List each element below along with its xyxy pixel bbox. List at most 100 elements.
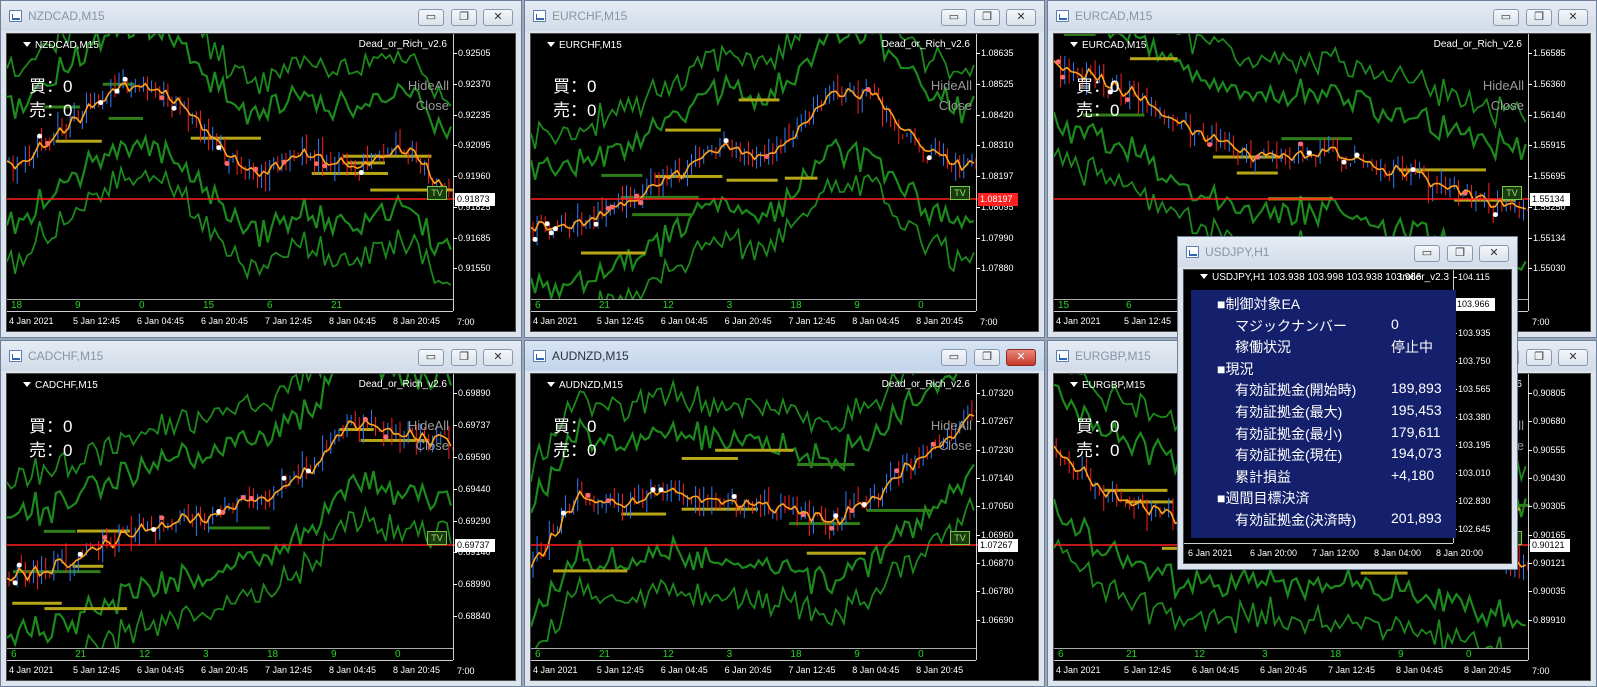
- chart-area[interactable]: USDJPY,H1 103.938 103.998 103.938 103.96…: [1183, 269, 1512, 564]
- chart-area[interactable]: NZDCAD,M15 Dead_or_Rich_v2.6 買：0 売：0 HideAll…: [6, 33, 516, 332]
- price-tick: 1.55695: [1528, 171, 1566, 181]
- level-line: [12, 570, 101, 574]
- close-button[interactable]: ✕: [1479, 245, 1509, 262]
- symbol-label[interactable]: AUDNZD,M15: [547, 380, 623, 391]
- price-tick: 0.69890: [453, 388, 491, 398]
- time-tick: 6 Jan 04:45: [137, 316, 185, 326]
- level-line: [789, 522, 860, 526]
- level-line: [580, 251, 646, 255]
- price-axis: 1.08635 1.08525 1.08420 1.08310 1.08197 1.080…: [976, 34, 1038, 311]
- maximize-button[interactable]: ❐: [974, 349, 1000, 366]
- price-plot: [7, 374, 455, 649]
- close-all-button[interactable]: Close: [939, 98, 972, 113]
- close-all-button[interactable]: Close: [939, 438, 972, 453]
- tv-button[interactable]: TV: [427, 186, 447, 200]
- sub-number: 0: [918, 649, 924, 660]
- close-all-button[interactable]: Close: [1491, 98, 1524, 113]
- window-titlebar[interactable]: CADCHF,M15 ▭ ❐ ✕: [1, 341, 521, 371]
- maximize-button[interactable]: ❐: [1447, 245, 1473, 262]
- window-titlebar[interactable]: EURCHF,M15 ▭ ❐ ✕: [525, 1, 1044, 31]
- price-tick: 1.07140: [976, 473, 1014, 483]
- price-tick: 1.08525: [976, 78, 1014, 89]
- hideall-button[interactable]: HideAll: [408, 78, 449, 93]
- tv-button[interactable]: TV: [950, 186, 970, 200]
- hideall-button[interactable]: HideAll: [1483, 78, 1524, 93]
- trade-marker: [240, 494, 246, 500]
- hideall-button[interactable]: HideAll: [931, 418, 972, 433]
- window-titlebar[interactable]: AUDNZD,M15 ▭ ❐ ✕: [525, 341, 1044, 371]
- minimize-button[interactable]: ▭: [418, 9, 444, 26]
- trade-marker: [281, 159, 287, 165]
- chart-window-cadchf[interactable]: CADCHF,M15 ▭ ❐ ✕ CADCHF,M15 Dead_or_Rich_v2.6…: [0, 340, 522, 687]
- maximize-button[interactable]: ❐: [451, 9, 477, 26]
- hideall-button[interactable]: HideAll: [931, 78, 972, 93]
- maximize-button[interactable]: ❐: [974, 9, 1000, 26]
- tv-button[interactable]: TV: [950, 531, 970, 545]
- price-tick: 1.08197: [976, 171, 1014, 181]
- level-line: [806, 551, 866, 555]
- level-line: [1236, 171, 1278, 175]
- trade-marker: [305, 468, 311, 474]
- sub-number: 12: [139, 649, 151, 660]
- trade-marker: [894, 468, 900, 474]
- sub-number: 9: [331, 649, 337, 660]
- minimize-button[interactable]: ▭: [418, 349, 444, 366]
- chart-area[interactable]: CADCHF,M15 Dead_or_Rich_v2.6 買：0 売：0 HideAll…: [6, 373, 516, 681]
- tv-button[interactable]: TV: [427, 531, 447, 545]
- chart-window-eurchf[interactable]: EURCHF,M15 ▭ ❐ ✕ EURCHF,M15 Dead_or_Rich_v2.6…: [524, 0, 1045, 338]
- time-tick: 4 Jan 2021: [1056, 316, 1101, 326]
- maximize-button[interactable]: ❐: [1526, 9, 1552, 26]
- trade-marker: [1492, 212, 1498, 218]
- sub-number: 9: [854, 300, 860, 311]
- close-button[interactable]: ✕: [1006, 9, 1036, 26]
- trade-marker: [634, 193, 640, 199]
- sub-window: 6 21 12 3 18 9 0: [531, 299, 976, 311]
- sub-number: 0: [395, 649, 401, 660]
- close-button[interactable]: ✕: [1558, 349, 1588, 366]
- trade-marker: [37, 133, 43, 139]
- chart-window-audnzd[interactable]: AUDNZD,M15 ▭ ❐ ✕ AUDNZD,M15 Dead_or_Rich_v2.6…: [524, 340, 1045, 687]
- symbol-label[interactable]: EURGBP,M15: [1070, 380, 1145, 391]
- symbol-label[interactable]: CADCHF,M15: [23, 380, 98, 391]
- close-button[interactable]: ✕: [1558, 9, 1588, 26]
- price-tick: 0.69290: [453, 515, 491, 526]
- window-titlebar[interactable]: EURCAD,M15 ▭ ❐ ✕: [1048, 1, 1596, 31]
- sub-number: 18: [11, 300, 23, 311]
- maximize-button[interactable]: ❐: [1526, 349, 1552, 366]
- minimize-button[interactable]: ▭: [941, 349, 967, 366]
- time-tick: 8 Jan 20:00: [1436, 548, 1484, 558]
- close-all-button[interactable]: Close: [416, 98, 449, 113]
- sub-number: 18: [1330, 649, 1342, 660]
- close-button[interactable]: ✕: [1006, 349, 1036, 366]
- close-button[interactable]: ✕: [483, 349, 513, 366]
- window-titlebar[interactable]: NZDCAD,M15 ▭ ❐ ✕: [1, 1, 521, 31]
- level-line: [1125, 500, 1173, 504]
- time-tick: 6 Jan 04:45: [137, 665, 185, 675]
- chart-area[interactable]: EURCHF,M15 Dead_or_Rich_v2.6 買：0 売：0 HideAll…: [530, 33, 1039, 332]
- close-all-button[interactable]: Close: [416, 438, 449, 453]
- trade-marker: [764, 153, 770, 159]
- symbol-label[interactable]: NZDCAD,M15: [23, 40, 99, 51]
- symbol-label[interactable]: EURCHF,M15: [547, 40, 622, 51]
- chart-window-nzdcad[interactable]: NZDCAD,M15 ▭ ❐ ✕ NZDCAD,M15 Dead_or_Rich_v2.6…: [0, 0, 522, 338]
- bollinger-band: [531, 34, 975, 150]
- symbol-header[interactable]: USDJPY,H1 103.938 103.998 103.938 103.96…: [1200, 272, 1421, 283]
- chart-area[interactable]: AUDNZD,M15 Dead_or_Rich_v2.6 買：0 売：0 HideAll…: [530, 373, 1039, 681]
- level-line: [108, 116, 144, 120]
- tv-button[interactable]: TV: [1502, 186, 1522, 200]
- close-button[interactable]: ✕: [483, 9, 513, 26]
- symbol-label[interactable]: EURCAD,M15: [1070, 40, 1146, 51]
- panel-value: +4,180: [1391, 466, 1435, 483]
- minimize-button[interactable]: ▭: [1414, 245, 1440, 262]
- chart-window-usdjpy[interactable]: USDJPY,H1 ▭ ❐ ✕ USDJPY,H1 103.938 103.998 10…: [1177, 236, 1518, 570]
- sub-number: 0: [1466, 649, 1472, 660]
- window-titlebar[interactable]: USDJPY,H1 ▭ ❐ ✕: [1178, 237, 1517, 267]
- price-tick: 0.69440: [453, 483, 491, 494]
- level-line: [1064, 34, 1096, 36]
- time-axis: 4 Jan 2021 5 Jan 12:45 6 Jan 04:45 6 Jan 20…: [531, 660, 976, 680]
- maximize-button[interactable]: ❐: [451, 349, 477, 366]
- sub-number: 21: [1126, 649, 1138, 660]
- minimize-button[interactable]: ▭: [941, 9, 967, 26]
- hideall-button[interactable]: HideAll: [408, 418, 449, 433]
- minimize-button[interactable]: ▭: [1493, 9, 1519, 26]
